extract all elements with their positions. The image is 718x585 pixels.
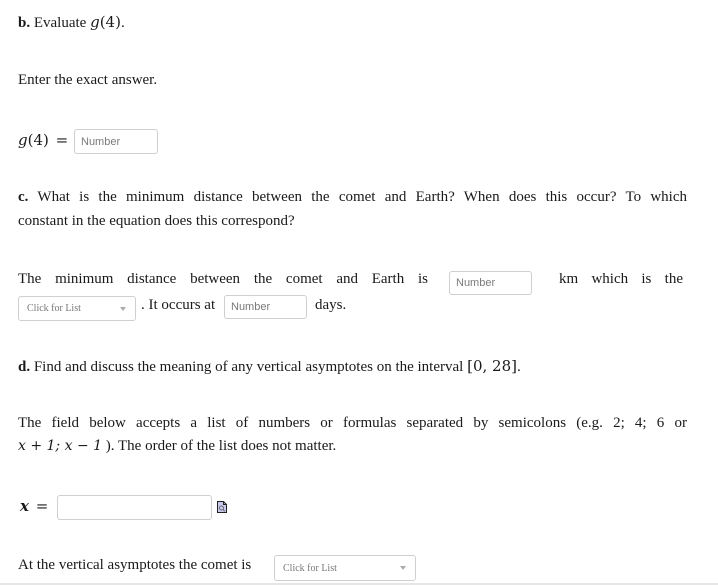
equals-sign: = bbox=[35, 497, 49, 515]
occurs-at-text: . It occurs at bbox=[141, 297, 216, 313]
constant-select-label: Click for List bbox=[27, 303, 81, 314]
constant-select[interactable]: Click for List bbox=[18, 296, 136, 321]
part-d-heading: d. Find and discuss the meaning of any v… bbox=[18, 357, 521, 376]
interval: [0, 28] bbox=[467, 357, 517, 375]
part-b-end: . bbox=[120, 15, 125, 31]
chevron-down-icon bbox=[400, 566, 406, 570]
asymptote-select-label: Click for List bbox=[283, 562, 337, 574]
part-d-question: Find and discuss the meaning of any vert… bbox=[33, 359, 464, 375]
part-c-question-line2: constant in the equation does this corre… bbox=[18, 213, 295, 229]
part-c-question-text: What is the minimum distance between the… bbox=[37, 189, 687, 205]
chevron-down-icon bbox=[120, 306, 126, 311]
list-note-line2: x + 1; x − 1 ). The order of the list do… bbox=[18, 438, 336, 455]
min-distance-time-input[interactable] bbox=[224, 295, 307, 319]
part-d-label: d. bbox=[18, 359, 31, 375]
part-b-arg: (4) bbox=[99, 13, 121, 31]
answer-arg: (4) bbox=[27, 131, 49, 149]
asymptotes-list-input[interactable] bbox=[57, 495, 212, 520]
list-note-end: ). The order of the list does not matter… bbox=[105, 438, 337, 454]
example-formulas: x + 1; x − 1 bbox=[18, 438, 103, 454]
preview-icon[interactable] bbox=[217, 501, 227, 513]
part-b-func: g bbox=[90, 13, 100, 31]
asymptote-meaning-select[interactable]: Click for List bbox=[274, 555, 416, 581]
min-distance-input[interactable] bbox=[449, 271, 532, 295]
part-b-instruction: Enter the exact answer. bbox=[18, 72, 158, 88]
equals-sign: = bbox=[55, 131, 69, 149]
part-b-text: Evaluate bbox=[33, 15, 87, 31]
min-distance-sentence: The minimum distance between the comet a… bbox=[18, 271, 428, 287]
asymptote-sentence: At the vertical asymptotes the comet is bbox=[18, 557, 252, 573]
g4-answer-input[interactable] bbox=[74, 129, 158, 154]
part-b-answer-label: g(4) = bbox=[18, 131, 68, 150]
part-c-question-line1: c. What is the minimum distance between … bbox=[18, 189, 687, 206]
part-b-heading: b. Evaluate g(4). bbox=[18, 13, 125, 32]
part-c-label: c. bbox=[18, 189, 29, 205]
list-note-line1: The field below accepts a list of number… bbox=[18, 415, 687, 431]
answer-func: g bbox=[18, 131, 28, 149]
part-b-label: b. bbox=[18, 15, 31, 31]
km-which-is-the-text: km which is the bbox=[559, 271, 683, 287]
x-variable: x bbox=[20, 497, 29, 515]
x-equals-label: x = bbox=[20, 497, 48, 516]
days-text: days. bbox=[315, 297, 347, 313]
part-d-end: . bbox=[516, 359, 521, 375]
